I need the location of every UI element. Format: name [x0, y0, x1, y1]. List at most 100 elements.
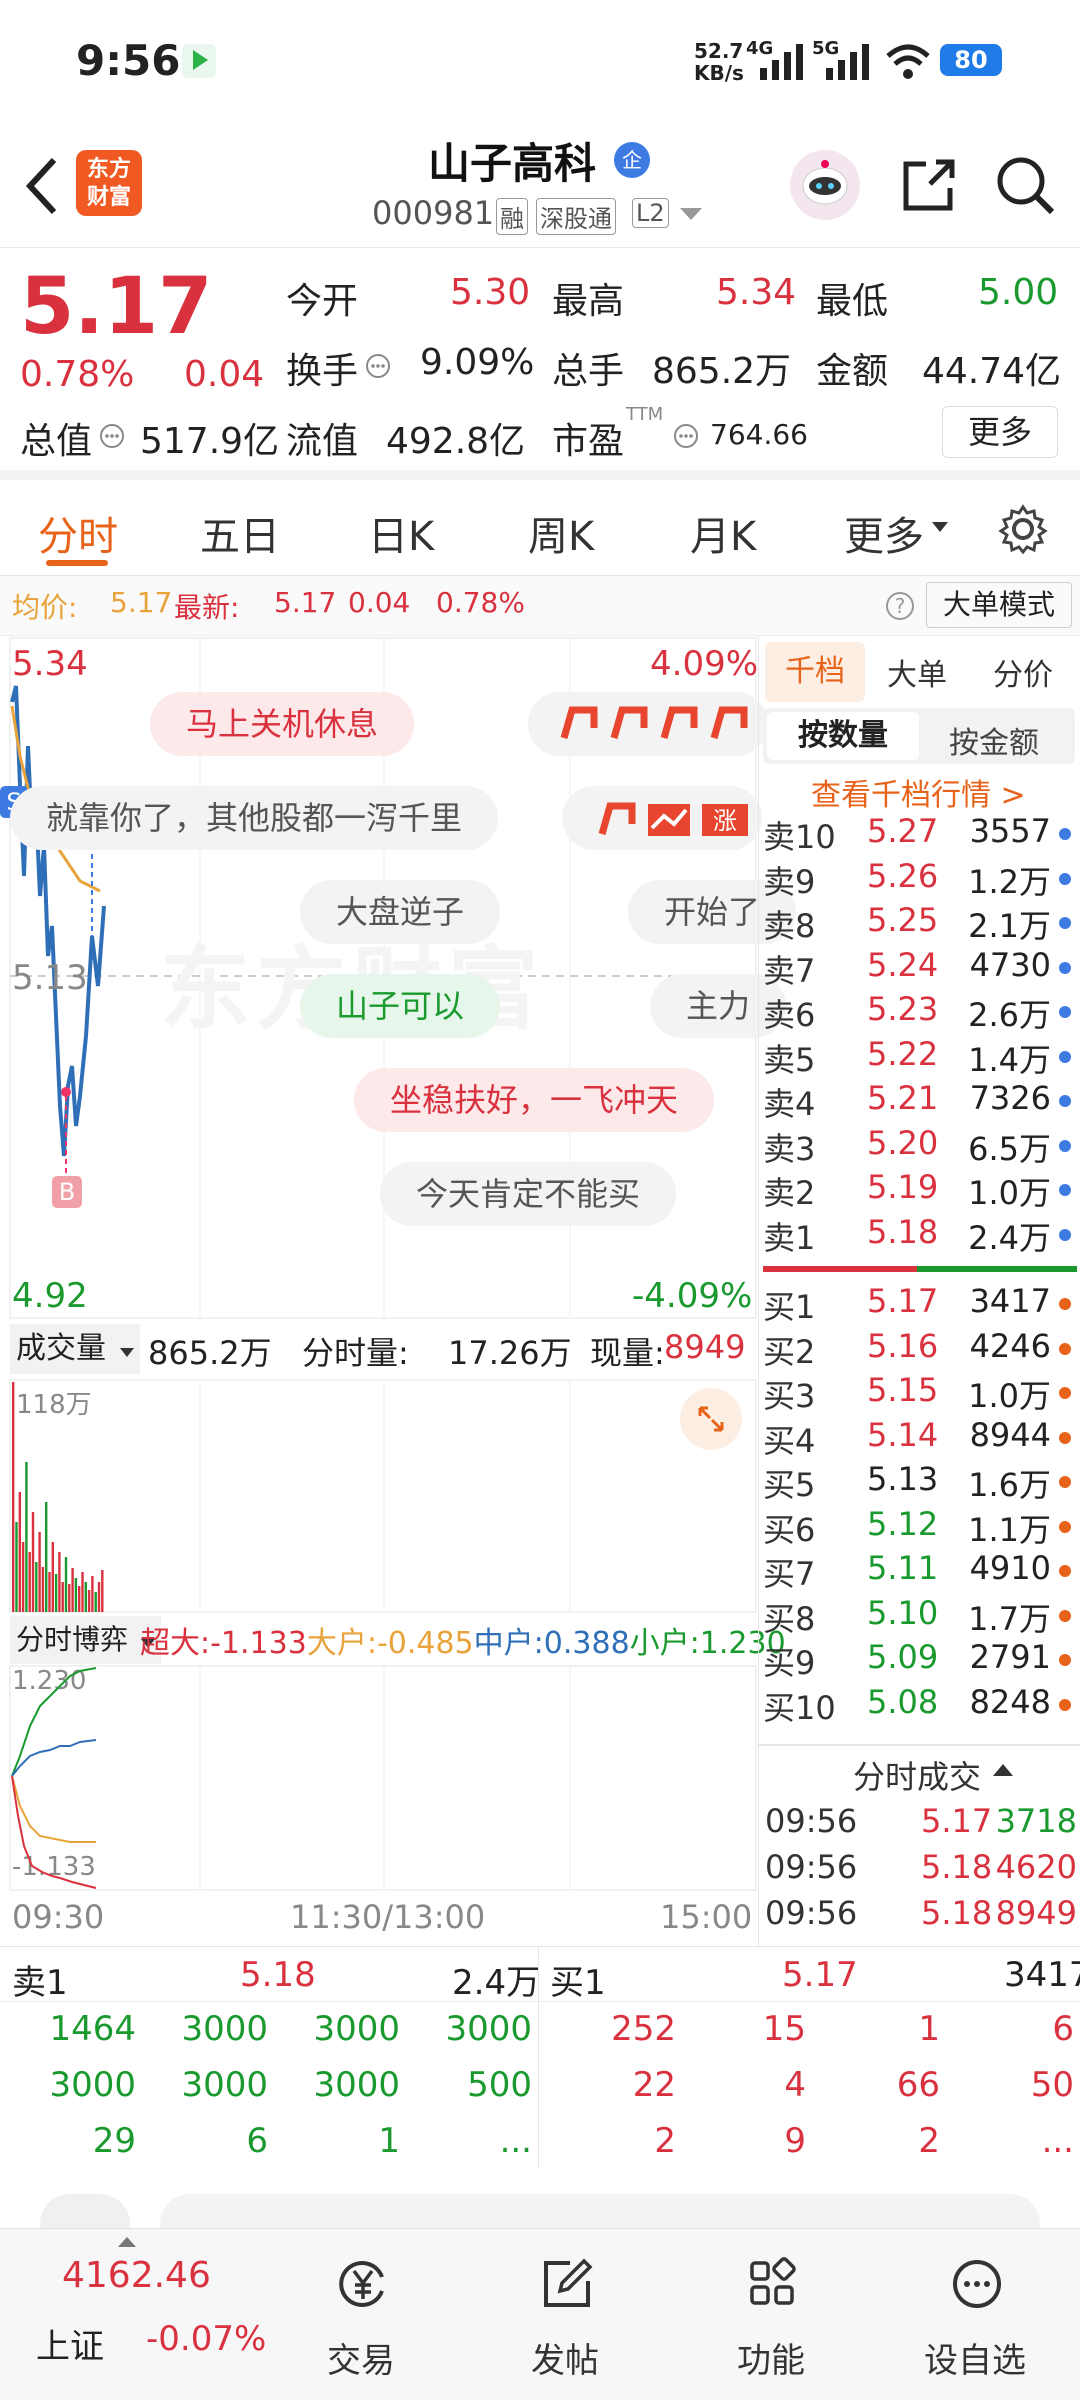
- comment-bubble[interactable]: 马上关机休息: [150, 692, 415, 756]
- flow-selector[interactable]: 分时博弈: [10, 1616, 161, 1664]
- more-button[interactable]: 更多: [942, 406, 1058, 458]
- comment-bubble[interactable]: 山子可以: [300, 974, 501, 1038]
- nav-trade[interactable]: 交易: [286, 2229, 436, 2401]
- queue-ask-price: 5.18: [240, 1955, 316, 1995]
- volume-bar: [64, 1557, 68, 1612]
- comment-input[interactable]: [160, 2194, 1040, 2228]
- tab-weekly-k[interactable]: 周K: [528, 504, 594, 562]
- sort-by-quantity[interactable]: 按数量: [767, 712, 919, 760]
- queue-ask-volume: 2.4万: [452, 1963, 541, 2003]
- share-icon[interactable]: [900, 156, 958, 214]
- ask-price: 5.18: [867, 1212, 939, 1251]
- ask-row[interactable]: 卖4 5.21 7326: [759, 1079, 1080, 1123]
- ask-row[interactable]: 卖3 5.20 6.5万: [759, 1124, 1080, 1168]
- view-depth-link[interactable]: 查看千档行情 >: [811, 770, 1026, 814]
- tab-daily-k[interactable]: 日K: [368, 504, 434, 562]
- bid-row[interactable]: 买8 5.10 1.7万: [759, 1594, 1080, 1638]
- bid-row[interactable]: 买9 5.09 2791: [759, 1638, 1080, 1682]
- help-icon[interactable]: ?: [884, 590, 916, 622]
- market-cap-label: 总值: [20, 421, 93, 462]
- big-order-mode-button[interactable]: 大单模式: [926, 582, 1072, 628]
- volume-bar: [51, 1542, 54, 1612]
- tab-price-dist[interactable]: 分价: [993, 650, 1053, 694]
- queue-cell: 2: [654, 2121, 676, 2161]
- comment-bubble[interactable]: 今天肯定不能买: [380, 1162, 677, 1226]
- volume-bar: [84, 1582, 87, 1612]
- volume-selector[interactable]: 成交量: [10, 1324, 140, 1374]
- bid-row[interactable]: 买2 5.16 4246: [759, 1327, 1080, 1371]
- ask-row[interactable]: 卖9 5.26 1.2万: [759, 857, 1080, 901]
- ask-level: 卖4: [763, 1085, 816, 1123]
- ask-dot: [1059, 1184, 1071, 1196]
- tab-depth[interactable]: 千档: [765, 642, 865, 702]
- yen-circle-icon: [339, 2261, 384, 2307]
- nav-post[interactable]: 发帖: [490, 2229, 640, 2401]
- ask-row[interactable]: 卖8 5.25 2.1万: [759, 901, 1080, 945]
- bid-volume: 1.7万: [968, 1599, 1051, 1638]
- comment-bubble[interactable]: 大盘逆子: [300, 880, 501, 944]
- nav-add-watchlist[interactable]: 设自选: [900, 2229, 1050, 2401]
- bid-row[interactable]: 买10 5.08 8248: [759, 1683, 1080, 1727]
- tab-more[interactable]: 更多: [844, 504, 924, 562]
- ask-row[interactable]: 卖2 5.19 1.0万: [759, 1168, 1080, 1212]
- bid-row[interactable]: 买6 5.12 1.1万: [759, 1505, 1080, 1549]
- queue-cell: 1: [378, 2121, 400, 2161]
- tab-five-day[interactable]: 五日: [200, 504, 280, 562]
- queue-cell: ...: [499, 2121, 532, 2161]
- volume-bar: [71, 1568, 74, 1612]
- connect-tag: 深股通: [536, 198, 616, 235]
- ask-price: 5.21: [867, 1079, 939, 1117]
- volume-bar: [25, 1462, 28, 1612]
- volume-bar: [15, 1522, 18, 1612]
- trade-price: 5.18: [921, 1848, 993, 1886]
- robot-assistant-icon[interactable]: [790, 150, 860, 220]
- reaction-bubble[interactable]: [528, 692, 768, 756]
- gear-icon[interactable]: [998, 504, 1048, 554]
- tab-big-orders[interactable]: 大单: [887, 650, 947, 694]
- ask-row[interactable]: 卖6 5.23 2.6万: [759, 990, 1080, 1034]
- ask-row[interactable]: 卖1 5.18 2.4万: [759, 1213, 1080, 1257]
- bid-row[interactable]: 买3 5.15 1.0万: [759, 1371, 1080, 1415]
- comment-bubble[interactable]: 就靠你了，其他股都一泻千里: [10, 786, 499, 850]
- status-bar: 9:56 52.7 KB/s 4G 5G 80: [0, 0, 1080, 120]
- ask-row[interactable]: 卖7 5.24 4730: [759, 946, 1080, 990]
- eastmoney-logo[interactable]: 东方 财富: [76, 150, 142, 216]
- search-icon[interactable]: [994, 154, 1056, 216]
- bid-price: 5.11: [867, 1549, 939, 1587]
- stock-code: 000981: [372, 194, 495, 232]
- sort-by-amount[interactable]: 按金额: [949, 718, 1039, 762]
- bid-row[interactable]: 买5 5.13 1.6万: [759, 1460, 1080, 1504]
- comment-bubble[interactable]: 坐稳扶好，一飞冲天: [354, 1068, 715, 1132]
- ask-dot: [1059, 1228, 1071, 1241]
- expand-icon[interactable]: [680, 1388, 742, 1450]
- index-value[interactable]: 4162.46: [62, 2255, 211, 2296]
- bid-row[interactable]: 买4 5.14 8944: [759, 1416, 1080, 1460]
- info-icon[interactable]: [98, 422, 126, 450]
- tab-monthly-k[interactable]: 月K: [690, 504, 756, 562]
- volume-total: 865.2万: [148, 1334, 272, 1372]
- reaction-bubble[interactable]: 涨: [562, 786, 762, 850]
- tab-intraday[interactable]: 分时: [38, 504, 118, 562]
- buy-marker[interactable]: B: [52, 1176, 82, 1208]
- trades-title[interactable]: 分时成交: [853, 1752, 981, 1798]
- latest-pct: 0.78%: [436, 586, 525, 619]
- ask-row[interactable]: 卖10 5.27 3557: [759, 812, 1080, 856]
- ask-row[interactable]: 卖5 5.22 1.4万: [759, 1035, 1080, 1079]
- info-icon[interactable]: [672, 422, 700, 450]
- amount-value: 44.74亿: [922, 351, 1062, 392]
- index-name[interactable]: 上证: [36, 2319, 104, 2368]
- quote-summary: 5.17 0.78% 0.04 今开 5.30 最高 5.34 最低 5.00 …: [0, 248, 1080, 480]
- l2-tag[interactable]: L2: [632, 198, 669, 228]
- amount-label: 金额: [816, 351, 889, 392]
- comment-icon[interactable]: [40, 2194, 130, 2228]
- price-line: [10, 685, 106, 1157]
- info-icon[interactable]: [364, 352, 392, 380]
- back-arrow-icon[interactable]: [22, 156, 62, 216]
- trade-time: 09:56: [765, 1802, 858, 1840]
- nav-functions[interactable]: 功能: [696, 2229, 846, 2401]
- bid-price: 5.16: [867, 1326, 939, 1365]
- chevron-down-icon[interactable]: [680, 208, 702, 222]
- bid-row[interactable]: 买7 5.11 4910: [759, 1549, 1080, 1593]
- bid-row[interactable]: 买1 5.17 3417: [759, 1282, 1080, 1326]
- grid-icon: [750, 2257, 796, 2305]
